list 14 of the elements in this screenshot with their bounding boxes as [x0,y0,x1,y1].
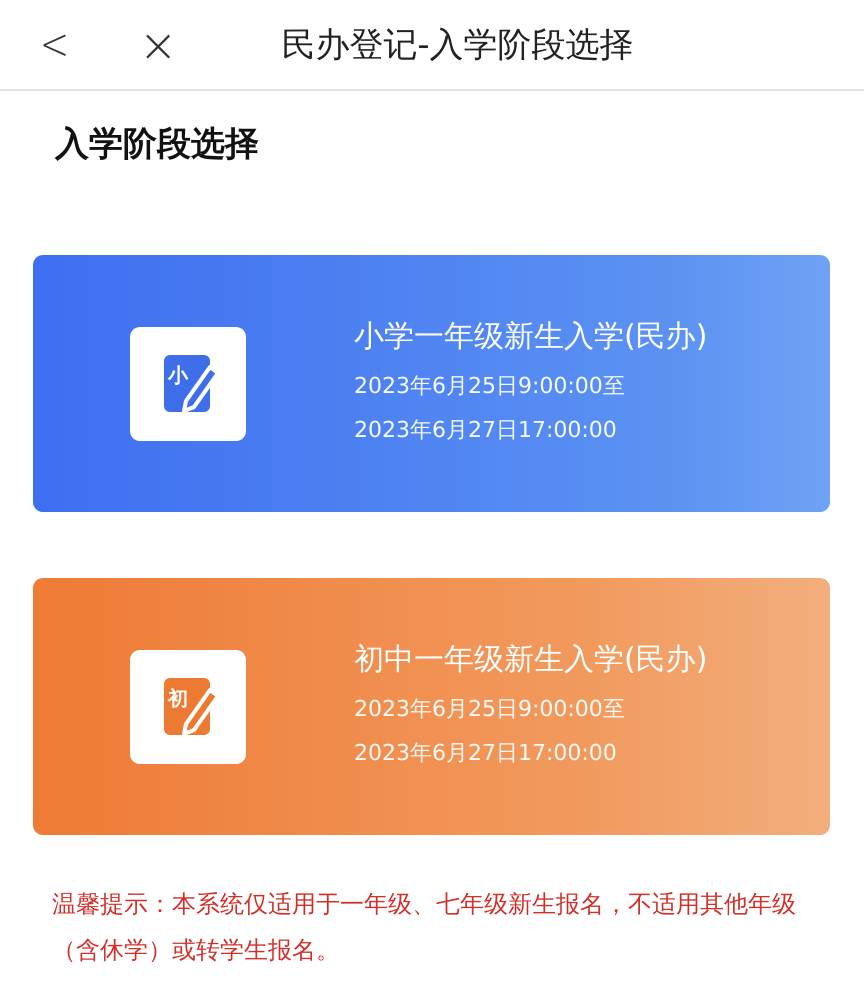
stage-title: 初中一年级新生入学(民办) [354,640,708,678]
end-time: 2023年6月27日17:00:00 [354,740,618,768]
stage-card[interactable]: 小 小学一年级新生入学(民办) 2023年6月25日9:00:00至 2023年6月27日17:00:00 [33,255,830,512]
back-button[interactable]: < [40,22,70,66]
icon-label: 初 [168,686,188,710]
close-button[interactable]: × [138,22,178,66]
section-title: 入学阶段选择 [55,123,260,166]
start-time: 2023年6月25日9:00:00至 [354,696,626,724]
page-title: 民办登记-入学阶段选择 [281,24,634,66]
start-time: 2023年6月25日9:00:00至 [354,372,626,400]
icon-label: 小 [168,362,188,386]
notice-text: 温馨提示：本系统仅适用于一年级、七年级新生报名，不适用其他年级（含休学）或转学生报名。 [52,889,797,966]
end-time: 2023年6月27日17:00:00 [354,416,618,444]
stage-title: 小学一年级新生入学(民办) [354,318,708,356]
